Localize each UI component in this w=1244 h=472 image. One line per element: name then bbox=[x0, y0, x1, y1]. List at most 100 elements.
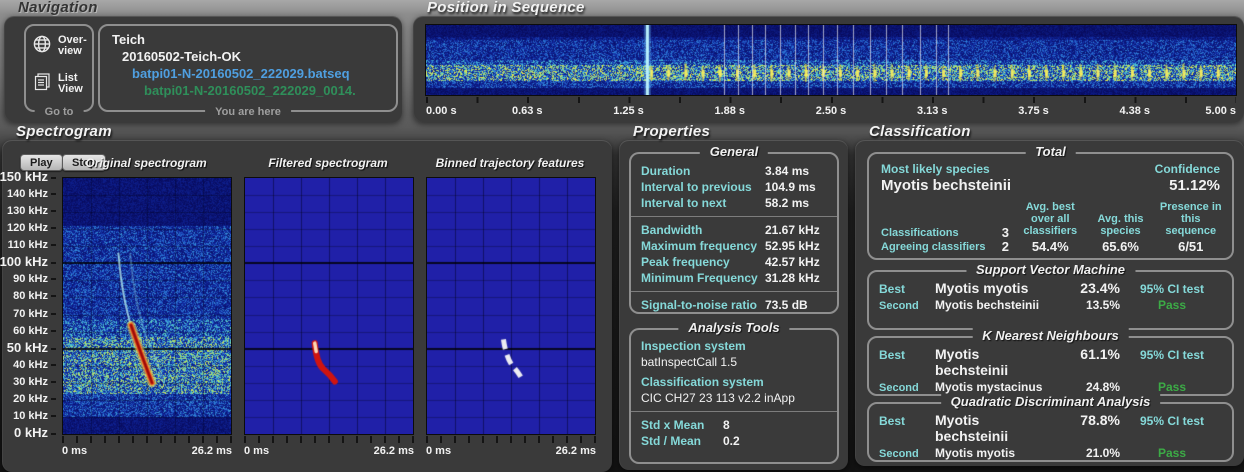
sequence-spectrogram[interactable] bbox=[425, 24, 1237, 96]
original-spectrogram-label: Original spectrogram bbox=[62, 156, 230, 170]
agreeing-classifiers-label: Agreeing classifiers bbox=[881, 240, 1002, 254]
classification-panel: Classification Total Most likely species… bbox=[855, 140, 1244, 466]
ci-test-result: Pass bbox=[1120, 446, 1224, 460]
time-labels-original: 0 ms 26.2 ms bbox=[62, 445, 232, 457]
divider bbox=[631, 216, 837, 217]
y-tick-label: 110 kHz bbox=[8, 238, 56, 252]
list-view-button[interactable]: List View bbox=[30, 70, 85, 97]
properties-panel: Properties General Duration 3.84 ms Inter… bbox=[619, 140, 848, 470]
time-ticks-filtered bbox=[244, 436, 414, 443]
breadcrumb-site: Teich bbox=[100, 31, 396, 48]
general-legend: General bbox=[700, 144, 768, 159]
y-tick-label: 80 kHz bbox=[13, 289, 56, 303]
breadcrumb-sequence[interactable]: batpi01-N-20160502_222029.batseq bbox=[100, 65, 396, 82]
qda-legend: Quadratic Discriminant Analysis bbox=[941, 394, 1161, 409]
agreeing-classifiers-value: 2 bbox=[1002, 240, 1009, 254]
time-tick-label: 4.38 s bbox=[1119, 105, 1150, 117]
confidence-value: 51.12% bbox=[1169, 177, 1220, 194]
inspection-system-label: Inspection system bbox=[641, 338, 831, 354]
second-value: 13.5% bbox=[1050, 298, 1120, 312]
original-spectrogram-image bbox=[63, 178, 231, 434]
best-species: Myotis bechsteinii bbox=[935, 412, 1050, 444]
second-species: Myotis bechsteinii bbox=[935, 298, 1050, 312]
property-row: Duration 3.84 ms bbox=[641, 163, 831, 179]
breadcrumb-folder: 20160502-Teich-OK bbox=[100, 48, 396, 65]
classifications-value: 3 bbox=[1002, 226, 1009, 240]
time-tick-label: 3.75 s bbox=[1018, 105, 1049, 117]
general-group: General Duration 3.84 ms Interval to prev… bbox=[629, 152, 839, 314]
position-in-sequence-title: Position in Sequence bbox=[427, 0, 585, 16]
filtered-spectrogram-label: Filtered spectrogram bbox=[244, 156, 412, 170]
inspection-system-value: batInspectCall 1.5 bbox=[641, 354, 831, 370]
y-tick-label: 90 kHz bbox=[13, 272, 56, 286]
ci-test-label: 95% CI test bbox=[1120, 414, 1224, 428]
ci-test-result: Pass bbox=[1120, 298, 1224, 312]
second-species: Myotis myotis bbox=[935, 446, 1050, 460]
total-legend: Total bbox=[1025, 144, 1076, 159]
spectrogram-panel: Spectrogram Play Stop Original spectrogr… bbox=[2, 140, 612, 472]
breadcrumb-call[interactable]: batpi01-N-20160502_222029_0014. bbox=[100, 82, 396, 99]
classification-system-label: Classification system bbox=[641, 374, 831, 390]
second-label: Second bbox=[879, 382, 935, 394]
x-start-label: 0 ms bbox=[244, 445, 269, 457]
y-tick-label: 140 kHz bbox=[7, 187, 56, 201]
confidence-label: Confidence bbox=[1155, 162, 1220, 176]
y-tick-label: 120 kHz bbox=[7, 221, 56, 235]
y-tick-label: 60 kHz bbox=[13, 324, 56, 338]
stat-avg-species: Avg. this species 65.6% bbox=[1086, 213, 1156, 254]
best-value: 61.1% bbox=[1050, 346, 1120, 362]
ci-test-result: Pass bbox=[1120, 380, 1224, 394]
time-tick-label: 1.88 s bbox=[714, 105, 745, 117]
classifications-label: Classifications bbox=[881, 226, 1002, 240]
analysis-tools-group: Analysis Tools Inspection system batInsp… bbox=[629, 328, 839, 464]
y-tick-label: 70 kHz bbox=[13, 307, 56, 321]
overview-label-2: view bbox=[58, 45, 82, 57]
goto-group: Over-view List View Go to bbox=[24, 24, 94, 112]
analysis-tools-legend: Analysis Tools bbox=[678, 320, 789, 335]
second-value: 24.8% bbox=[1050, 380, 1120, 394]
frequency-axis: 150 kHz 140 kHz 130 kHz 120 kHz 110 kHz … bbox=[2, 177, 58, 435]
property-row: Bandwidth 21.67 kHz bbox=[641, 222, 831, 238]
stat-avg-best: Avg. best over all classifiers 54.4% bbox=[1015, 201, 1086, 254]
position-in-sequence-panel: Position in Sequence 0.00 s 0.63 s 1.25 … bbox=[413, 16, 1244, 122]
total-group: Total Most likely species Confidence Myo… bbox=[867, 152, 1234, 260]
time-ticks-binned bbox=[426, 436, 596, 443]
second-species: Myotis mystacinus bbox=[935, 380, 1050, 394]
binned-features-image bbox=[427, 178, 595, 434]
binned-features-label: Binned trajectory features bbox=[426, 156, 594, 170]
property-row: Interval to next 58.2 ms bbox=[641, 195, 831, 211]
x-start-label: 0 ms bbox=[62, 445, 87, 457]
y-tick-label: 100 kHz bbox=[0, 255, 56, 269]
properties-title: Properties bbox=[633, 123, 710, 140]
y-tick-label: 50 kHz bbox=[7, 341, 56, 355]
svm-group: Support Vector Machine Best Myotis myoti… bbox=[867, 270, 1234, 330]
most-likely-species-label: Most likely species bbox=[881, 162, 990, 176]
best-value: 23.4% bbox=[1050, 280, 1120, 296]
ci-test-label: 95% CI test bbox=[1120, 348, 1224, 362]
overview-button[interactable]: Over-view bbox=[30, 32, 89, 59]
property-row: Std x Mean 8 bbox=[641, 417, 831, 433]
original-spectrogram-plot bbox=[62, 177, 232, 435]
second-label: Second bbox=[879, 300, 935, 312]
time-labels-binned: 0 ms 26.2 ms bbox=[426, 445, 596, 457]
goto-label: Go to bbox=[35, 106, 84, 118]
stat-presence: Presence in this sequence 6/51 bbox=[1156, 201, 1227, 254]
best-label: Best bbox=[879, 414, 935, 428]
x-end-label: 26.2 ms bbox=[556, 445, 596, 457]
ci-test-label: 95% CI test bbox=[1120, 282, 1224, 296]
y-tick-label: 0 kHz bbox=[14, 426, 56, 440]
classification-title: Classification bbox=[869, 123, 971, 140]
most-likely-species-value: Myotis bechsteinii bbox=[881, 177, 1011, 194]
x-start-label: 0 ms bbox=[426, 445, 451, 457]
y-tick-label: 30 kHz bbox=[13, 375, 56, 389]
qda-group: Quadratic Discriminant Analysis Best Myo… bbox=[867, 402, 1234, 462]
divider bbox=[631, 291, 837, 292]
binned-features-plot bbox=[426, 177, 596, 435]
best-value: 78.8% bbox=[1050, 412, 1120, 428]
you-are-here-group: Teich 20160502-Teich-OK batpi01-N-201605… bbox=[98, 24, 398, 112]
property-row: Maximum frequency 52.95 kHz bbox=[641, 238, 831, 254]
y-tick-label: 10 kHz bbox=[13, 409, 56, 423]
best-label: Best bbox=[879, 282, 935, 296]
time-tick-label: 2.50 s bbox=[816, 105, 847, 117]
time-ticks-original bbox=[62, 436, 232, 443]
